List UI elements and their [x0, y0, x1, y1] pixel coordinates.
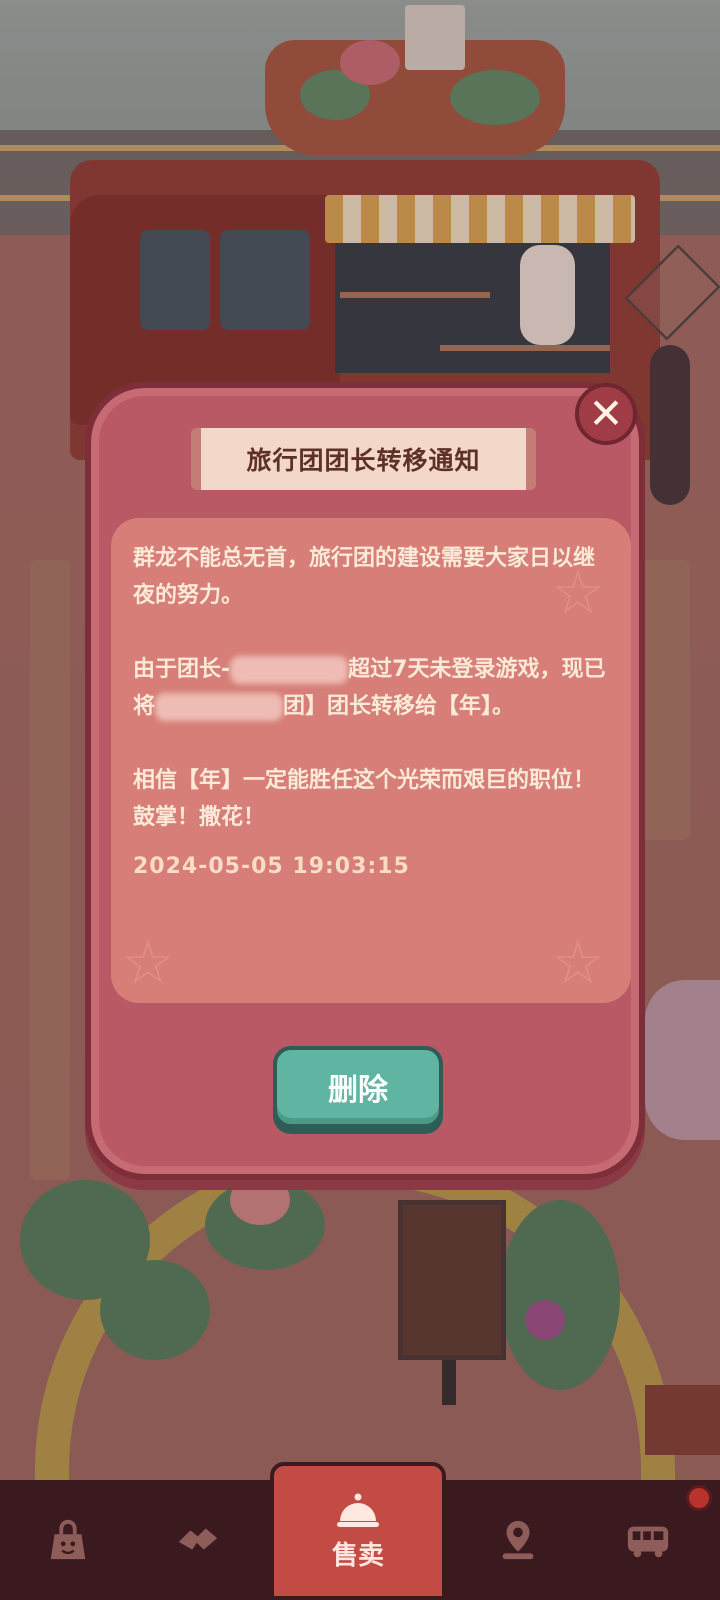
handshake-icon: [178, 1528, 218, 1550]
close-button[interactable]: ✕: [575, 383, 637, 445]
cloche-icon: [337, 1493, 379, 1527]
nav-trade[interactable]: [158, 1500, 238, 1580]
timestamp: 2024-05-05 19:03:15: [133, 854, 410, 879]
bag-icon: [50, 1519, 86, 1560]
message-paragraph-1: 群龙不能总无首，旅行团的建设需要大家日以继夜的努力。: [133, 546, 596, 608]
star-decoration: ☆: [121, 928, 175, 998]
dialog-title: 旅行团团长转移通知: [246, 446, 481, 475]
nav-bag[interactable]: [28, 1500, 108, 1580]
redacted-group-name: [155, 693, 284, 721]
map-pin-icon: [502, 1520, 534, 1560]
nav-sell[interactable]: 售卖: [270, 1462, 446, 1600]
star-decoration: ☆: [551, 928, 605, 998]
nav-travel[interactable]: [608, 1500, 688, 1580]
star-decoration: ☆: [551, 558, 605, 628]
notification-dialog: 旅行团团长转移通知 ☆ ☆ ☆ 群龙不能总无首，旅行团的建设需要大家日以继夜的努…: [85, 382, 645, 1180]
message-text: 团】团长转移给【年】。: [283, 694, 515, 719]
nav-location[interactable]: [478, 1500, 558, 1580]
notification-dot: [686, 1485, 712, 1511]
message-paragraph-3: 相信【年】一定能胜任这个光荣而艰巨的职位！鼓掌！撒花！: [133, 768, 596, 830]
delete-button[interactable]: 删除: [273, 1046, 443, 1128]
redacted-name: [230, 656, 349, 684]
nav-sell-label: 售卖: [331, 1540, 384, 1571]
close-icon: ✕: [588, 389, 624, 438]
message-box: ☆ ☆ ☆ 群龙不能总无首，旅行团的建设需要大家日以继夜的努力。 由于团长- 超过…: [111, 518, 631, 1003]
message-paragraph-2: 由于团长- 超过7天未登录游戏，现已将 团】团长转移给【年】。: [133, 651, 611, 725]
bus-icon: [627, 1526, 669, 1558]
title-banner: 旅行团团长转移通知: [191, 428, 536, 490]
message-text: 由于团长-: [133, 657, 231, 682]
